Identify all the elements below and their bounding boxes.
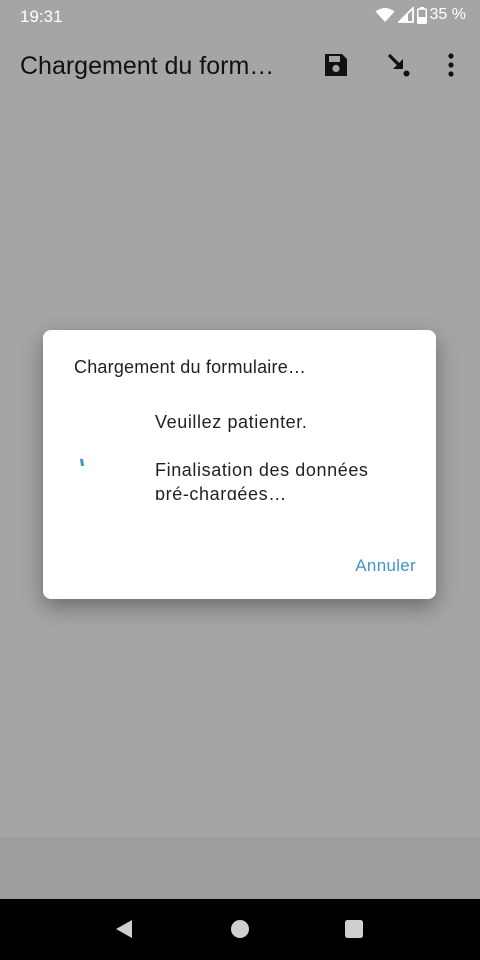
status-time: 19:31 <box>20 7 63 26</box>
battery-icon <box>416 6 427 24</box>
loading-dialog: Chargement du formulaire… Veuillez patie… <box>43 330 436 599</box>
navigation-bar <box>0 899 480 960</box>
dialog-message: Veuillez patienter. Finalisation des don… <box>155 412 369 500</box>
battery-percent: 35 % <box>429 6 466 23</box>
progress-spinner-icon <box>78 455 86 473</box>
save-icon[interactable] <box>323 52 349 83</box>
wifi-icon <box>375 7 395 23</box>
cell-signal-icon <box>397 7 414 23</box>
home-icon[interactable] <box>229 918 251 945</box>
status-bar: 19:31 35 % <box>0 0 480 32</box>
cancel-button[interactable]: Annuler <box>355 556 416 576</box>
recents-icon[interactable] <box>343 918 365 945</box>
status-icons: 35 % <box>375 6 466 24</box>
download-arrow-icon[interactable] <box>386 52 412 83</box>
app-bar: Chargement du form… <box>0 32 480 101</box>
more-vertical-icon[interactable] <box>442 52 460 83</box>
dialog-title: Chargement du formulaire… <box>74 357 307 377</box>
bottom-strip <box>0 837 480 899</box>
page-title: Chargement du form… <box>20 52 275 80</box>
back-icon[interactable] <box>113 918 135 945</box>
